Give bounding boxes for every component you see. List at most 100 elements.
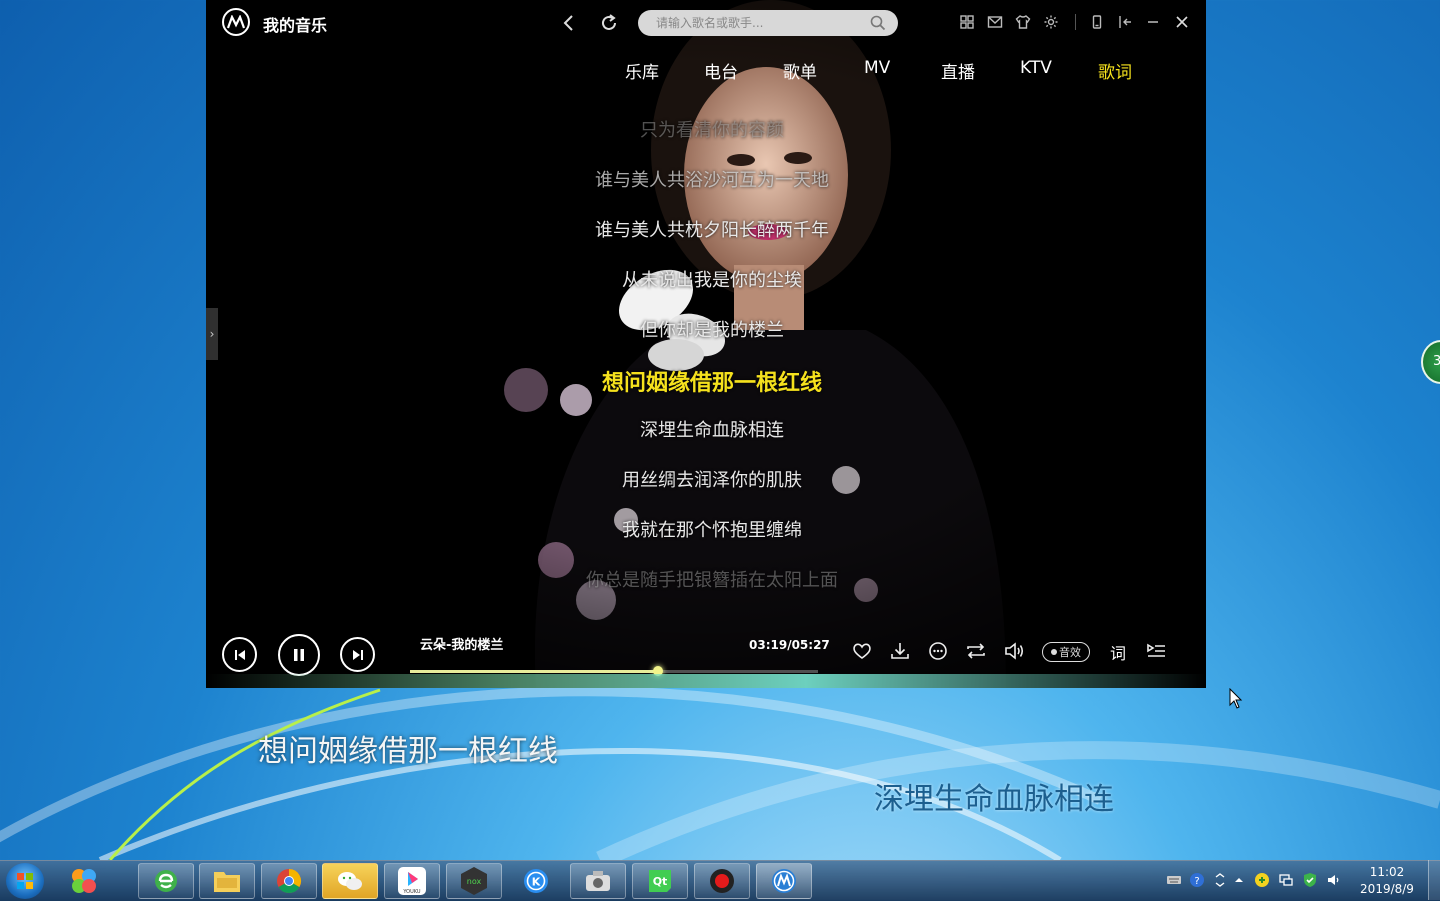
tab-live[interactable]: 直播	[941, 58, 975, 83]
playlist-icon[interactable]	[1145, 640, 1167, 662]
app-logo-icon	[222, 8, 250, 36]
skin-shirt-icon[interactable]	[1015, 14, 1031, 30]
lyric-line: 用丝绸去润泽你的肌肤	[622, 470, 802, 491]
like-heart-icon[interactable]	[851, 640, 873, 662]
taskbar-app-recorder[interactable]	[694, 863, 750, 899]
download-icon[interactable]	[889, 640, 911, 662]
show-desktop-button[interactable]	[1428, 860, 1440, 900]
desktop-lyrics-toggle[interactable]: 词	[1110, 640, 1126, 664]
progress-bar[interactable]	[410, 666, 818, 676]
divider	[1075, 14, 1076, 30]
volume-icon[interactable]	[1003, 640, 1025, 662]
lyric-line: 只为看清你的容颜	[640, 120, 784, 141]
nox-icon: nox	[461, 867, 487, 895]
music-player-window: 我的音乐 请输入歌名或歌手... 乐库 电台 歌单 MV 直播 KTV 歌词 ›…	[206, 0, 1206, 688]
chrome-icon	[277, 869, 302, 894]
playback-time: 03:19/05:27	[749, 638, 830, 652]
lyric-line: 深埋生命血脉相连	[640, 420, 784, 441]
minimize-icon[interactable]	[1145, 14, 1161, 30]
taskbar-app-nox[interactable]: nox	[446, 863, 502, 899]
lyric-line: 从未说出我是你的尘埃	[622, 270, 802, 291]
lyric-line: 你总是随手把银簪插在太阳上面	[586, 570, 838, 591]
svg-text:K: K	[532, 876, 541, 889]
taskbar-app-file-explorer[interactable]	[199, 863, 255, 899]
tab-ktv[interactable]: KTV	[1020, 58, 1052, 78]
taskbar-app-tiles[interactable]	[56, 863, 112, 899]
wechat-icon	[338, 872, 362, 890]
lyric-line: 我就在那个怀抱里缠绵	[622, 520, 802, 541]
tab-mv[interactable]: MV	[864, 58, 890, 78]
input-method-icon[interactable]	[1212, 872, 1228, 888]
back-icon[interactable]	[558, 12, 580, 34]
settings-gear-icon[interactable]	[1043, 14, 1059, 30]
svg-text:YOUKU: YOUKU	[402, 889, 421, 895]
clock-date: 2019/8/9	[1360, 882, 1414, 896]
folder-icon	[214, 872, 240, 892]
colorful-tiles-icon	[72, 869, 96, 893]
keyboard-icon[interactable]	[1166, 872, 1182, 888]
security-shield-icon[interactable]	[1302, 872, 1318, 888]
close-icon[interactable]	[1174, 14, 1190, 30]
search-icon[interactable]	[870, 15, 886, 35]
help-icon[interactable]: ?	[1189, 872, 1205, 888]
svg-text:nox: nox	[467, 877, 482, 886]
svg-text:?: ?	[1194, 876, 1199, 887]
desktop-gadget[interactable]: 37	[1421, 340, 1440, 384]
windows-logo-icon	[17, 873, 33, 889]
tab-library[interactable]: 乐库	[625, 58, 659, 83]
more-icon[interactable]	[927, 640, 949, 662]
ie-browser-icon	[155, 870, 177, 892]
taskbar-app-capture[interactable]	[570, 863, 626, 899]
current-lyric-line: 想问姻缘借那一根红线	[601, 371, 822, 396]
pause-icon	[294, 649, 304, 661]
clock-time: 11:02	[1369, 865, 1405, 879]
taskbar-app-wechat[interactable]	[322, 863, 378, 899]
grid-icon[interactable]	[959, 14, 975, 30]
taskbar-app-music-player[interactable]	[756, 863, 812, 899]
previous-track-button[interactable]	[222, 637, 257, 672]
sound-effect-button[interactable]: 音效	[1042, 642, 1090, 662]
network-icon[interactable]	[1278, 872, 1294, 888]
window-glow	[206, 674, 1206, 688]
taskbar-app-chrome[interactable]	[261, 863, 317, 899]
desktop-lyric-line-2[interactable]: 深埋生命血脉相连	[874, 774, 1114, 818]
taskbar-app-youku[interactable]: YOUKU	[384, 863, 440, 899]
next-icon	[352, 649, 363, 660]
speaker-icon[interactable]	[1326, 872, 1342, 888]
now-playing-title[interactable]: 云朵-我的楼兰	[420, 634, 503, 653]
youku-icon: YOUKU	[398, 867, 426, 895]
taskbar-app-qt[interactable]: Qt	[632, 863, 688, 899]
tab-radio[interactable]: 电台	[704, 58, 738, 83]
effect-dot-icon	[1051, 649, 1057, 655]
refresh-icon[interactable]	[598, 12, 620, 34]
mail-icon[interactable]	[987, 14, 1003, 30]
repeat-icon[interactable]	[965, 640, 987, 662]
lyric-line: 但你却是我的楼兰	[640, 320, 784, 341]
system-clock[interactable]: 11:02 2019/8/9	[1356, 864, 1418, 898]
kugou-icon: K	[524, 869, 548, 893]
mouse-cursor-icon	[1229, 688, 1243, 709]
desktop-lyric-line-1[interactable]: 想问姻缘借那一根红线	[258, 726, 558, 770]
side-panel-toggle[interactable]: ›	[206, 308, 218, 360]
previous-icon	[234, 649, 245, 660]
progress-fill	[410, 670, 658, 673]
qt-icon: Qt	[649, 870, 671, 892]
show-hidden-icons-icon[interactable]	[1231, 872, 1247, 888]
dock-icon[interactable]	[1117, 14, 1133, 30]
mini-mode-icon[interactable]	[1089, 14, 1105, 30]
tab-playlists[interactable]: 歌单	[783, 58, 817, 83]
record-icon	[710, 869, 734, 893]
taskbar-app-kugou[interactable]: K	[508, 863, 564, 899]
pause-button[interactable]	[278, 634, 320, 676]
app-title: 我的音乐	[263, 16, 328, 35]
search-input[interactable]	[654, 15, 858, 31]
app-tray-icon[interactable]	[1254, 872, 1270, 888]
main-tabs: 乐库 电台 歌单 MV 直播 KTV 歌词	[206, 58, 1206, 83]
tab-lyrics[interactable]: 歌词	[1098, 58, 1132, 83]
taskbar-app-ie[interactable]	[138, 863, 194, 899]
next-track-button[interactable]	[340, 637, 375, 672]
title-bar: 我的音乐	[206, 0, 1206, 46]
svg-text:Qt: Qt	[653, 875, 668, 888]
start-button[interactable]	[6, 863, 44, 899]
camera-icon	[586, 871, 610, 891]
